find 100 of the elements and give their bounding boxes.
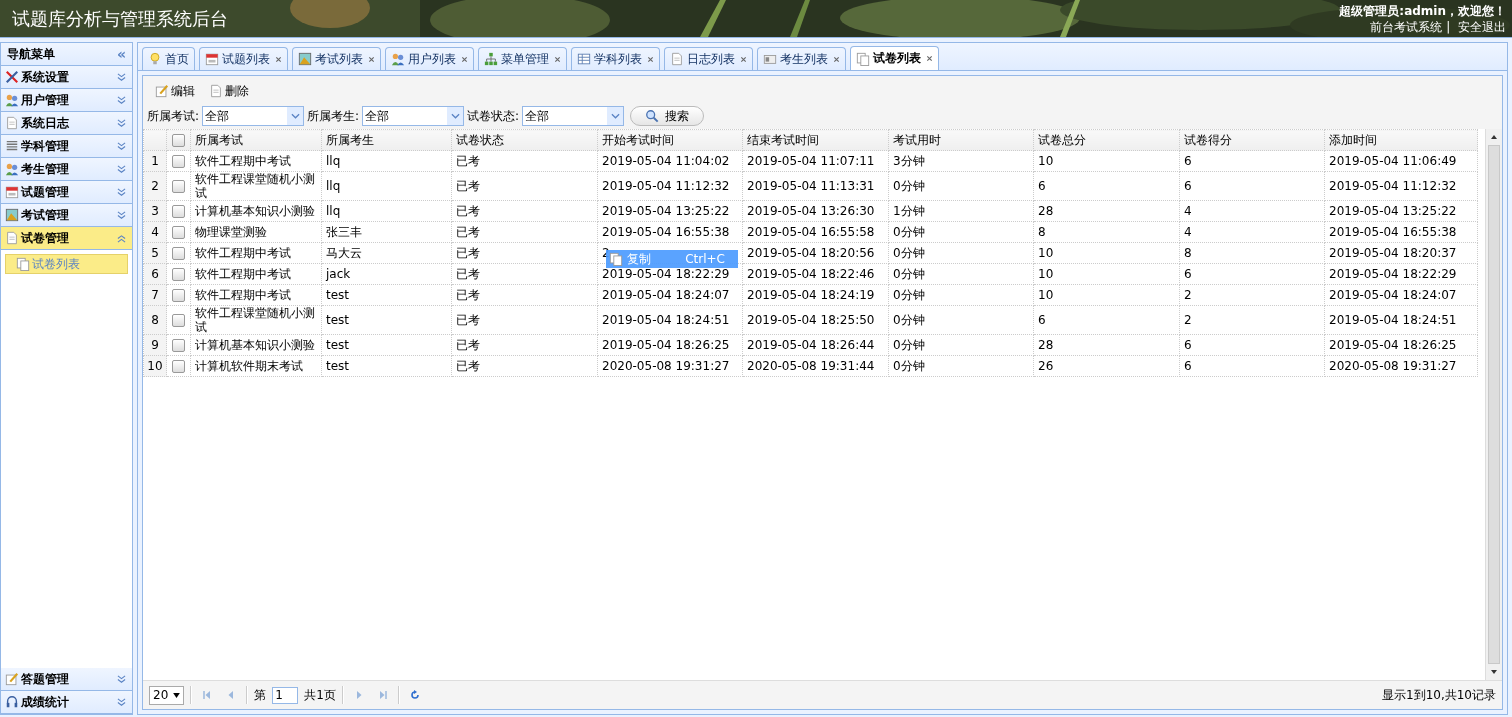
table-cell: 2019-05-04 13:25:22 <box>1324 200 1478 222</box>
page-label: 第 <box>254 686 267 704</box>
tab[interactable]: 考生列表 <box>757 47 846 70</box>
expand-icon[interactable] <box>117 72 126 82</box>
menu-group[interactable]: 用户管理 <box>1 89 132 112</box>
column-header[interactable]: 试卷得分 <box>1179 129 1325 151</box>
tab[interactable]: 学科列表 <box>571 47 660 70</box>
table-cell: 已考 <box>451 150 598 172</box>
edit-button[interactable]: 编辑 <box>151 82 199 100</box>
table-cell: 2 <box>1179 305 1325 335</box>
table-cell: 10 <box>1033 242 1180 264</box>
tab[interactable]: 菜单管理 <box>478 47 567 70</box>
column-header[interactable]: 试卷状态 <box>451 129 598 151</box>
table-cell: 2020-05-08 19:31:27 <box>597 355 743 377</box>
close-icon[interactable] <box>740 55 747 63</box>
table-cell: 已考 <box>451 284 598 306</box>
row-checkbox[interactable] <box>172 268 185 281</box>
page-size-select[interactable]: 20 <box>149 685 185 705</box>
row-checkbox[interactable] <box>172 339 185 352</box>
tab[interactable]: 日志列表 <box>664 47 753 70</box>
search-button[interactable]: 搜索 <box>630 106 705 126</box>
expand-icon[interactable] <box>117 95 126 105</box>
tab[interactable]: 试卷列表 <box>850 46 939 70</box>
close-icon[interactable] <box>554 55 561 63</box>
row-checkbox[interactable] <box>172 289 185 302</box>
dropdown-arrow-icon[interactable] <box>173 692 181 698</box>
delete-button[interactable]: 删除 <box>205 82 253 100</box>
scroll-down-icon[interactable] <box>1490 669 1498 675</box>
tab[interactable]: 用户列表 <box>385 47 474 70</box>
table-cell: 已考 <box>451 200 598 222</box>
close-icon[interactable] <box>833 55 840 63</box>
column-header[interactable]: 结束考试时间 <box>742 129 889 151</box>
expand-icon[interactable] <box>117 187 126 197</box>
row-checkbox[interactable] <box>172 205 185 218</box>
tab[interactable]: 首页 <box>142 47 195 70</box>
link-separator: | <box>1446 19 1451 34</box>
expand-icon[interactable] <box>117 697 126 707</box>
menu-group[interactable]: 学科管理 <box>1 135 132 158</box>
headset-icon <box>5 695 19 709</box>
menu-group[interactable]: 系统日志 <box>1 112 132 135</box>
row-checkbox[interactable] <box>172 226 185 239</box>
menu-group[interactable]: 答题管理 <box>1 668 132 691</box>
close-icon[interactable] <box>275 55 282 63</box>
row-checkbox[interactable] <box>172 247 185 260</box>
select-all-checkbox[interactable] <box>172 134 185 147</box>
filter-label: 所属考生: <box>307 107 360 125</box>
menu-group[interactable]: 考生管理 <box>1 158 132 181</box>
table-cell: 2019-05-04 18:20:37 <box>1324 242 1478 264</box>
menu-group[interactable]: 考试管理 <box>1 204 132 227</box>
table-cell: 2019-05-04 18:24:19 <box>742 284 889 306</box>
table-cell: 6 <box>1179 334 1325 356</box>
table-cell: 物理课堂测验 <box>190 221 322 243</box>
column-header[interactable]: 所属考试 <box>190 129 322 151</box>
close-icon[interactable] <box>461 55 468 63</box>
table-cell: test <box>321 355 452 377</box>
table-cell: 软件工程期中考试 <box>190 150 322 172</box>
users-icon <box>5 93 19 107</box>
table-cell: 10 <box>1033 150 1180 172</box>
filter-select[interactable]: 全部 <box>362 106 465 126</box>
menu-group[interactable]: 系统设置 <box>1 66 132 89</box>
menu-group[interactable]: 试题管理 <box>1 181 132 204</box>
tab[interactable]: 试题列表 <box>199 47 288 70</box>
filter-select[interactable]: 全部 <box>202 106 305 126</box>
row-checkbox[interactable] <box>172 180 185 193</box>
table-cell: llq <box>321 150 452 172</box>
close-icon[interactable] <box>647 55 654 63</box>
close-icon[interactable] <box>926 55 933 62</box>
expand-icon[interactable] <box>117 210 126 220</box>
column-header[interactable]: 考试用时 <box>888 129 1034 151</box>
header-link[interactable]: 安全退出 <box>1458 19 1506 34</box>
row-checkbox[interactable] <box>172 360 185 373</box>
scroll-up-icon[interactable] <box>1490 134 1498 140</box>
expand-icon[interactable] <box>117 141 126 151</box>
table-cell: 4 <box>1179 200 1325 222</box>
tab[interactable]: 考试列表 <box>292 47 381 70</box>
collapse-icon[interactable] <box>117 233 126 243</box>
menu-group[interactable]: 试卷管理 <box>1 227 132 250</box>
expand-icon[interactable] <box>117 164 126 174</box>
column-header[interactable]: 所属考生 <box>321 129 452 151</box>
table-cell: 4 <box>1179 221 1325 243</box>
table-cell: 0分钟 <box>888 171 1034 201</box>
column-header[interactable]: 添加时间 <box>1324 129 1478 151</box>
filter-select[interactable]: 全部 <box>522 106 625 126</box>
table-cell: 10 <box>1033 263 1180 285</box>
expand-icon[interactable] <box>117 674 126 684</box>
menu-group[interactable]: 成绩统计 <box>1 691 132 714</box>
table-cell: 2019-05-04 11:06:49 <box>1324 150 1478 172</box>
table-cell: 6 <box>1179 355 1325 377</box>
search-icon <box>645 109 660 123</box>
close-icon[interactable] <box>368 55 375 63</box>
scrollbar[interactable] <box>1485 129 1502 680</box>
header-link[interactable]: 前台考试系统 <box>1370 19 1443 34</box>
expand-icon[interactable] <box>117 118 126 128</box>
row-checkbox[interactable] <box>172 155 185 168</box>
row-checkbox[interactable] <box>172 314 185 327</box>
column-header[interactable]: 开始考试时间 <box>597 129 743 151</box>
page-input[interactable]: 1 <box>272 686 299 704</box>
row-number: 7 <box>143 284 167 306</box>
pages-icon <box>609 252 623 266</box>
column-header[interactable]: 试卷总分 <box>1033 129 1180 151</box>
